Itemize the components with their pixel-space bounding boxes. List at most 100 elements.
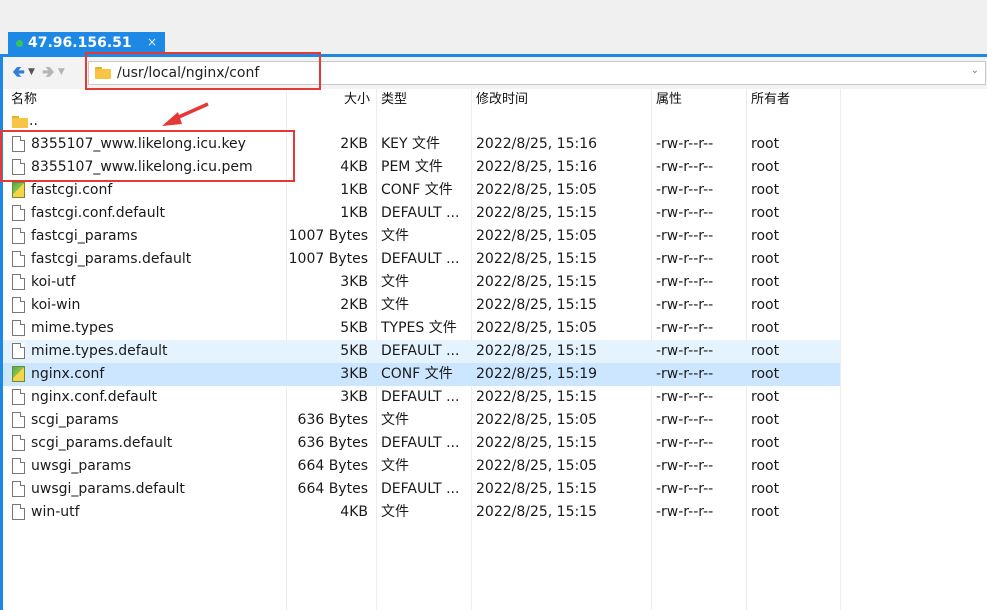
table-row[interactable]: nginx.conf 3KB CONF 文件 2022/8/25, 15:19 -rw-… bbox=[3, 363, 840, 386]
table-row[interactable]: koi-utf 3KB 文件 2022/8/25, 15:15 -rw-r--r-- ro… bbox=[3, 271, 840, 294]
file-type: DEFAULT ... bbox=[381, 481, 460, 497]
chevron-down-icon[interactable]: ▼ bbox=[58, 64, 65, 80]
file-permissions: -rw-r--r-- bbox=[656, 205, 714, 221]
file-name: mime.types bbox=[31, 320, 114, 336]
file-name: uwsgi_params.default bbox=[31, 481, 185, 497]
file-icon bbox=[12, 159, 25, 175]
path-text: /usr/local/nginx/conf bbox=[117, 65, 260, 81]
file-type: DEFAULT ... bbox=[381, 251, 460, 267]
file-size: 1KB bbox=[340, 182, 368, 198]
file-size: 5KB bbox=[340, 343, 368, 359]
file-modified: 2022/8/25, 15:19 bbox=[476, 366, 598, 382]
file-icon bbox=[12, 205, 25, 221]
path-input[interactable]: /usr/local/nginx/conf ⌄ bbox=[88, 61, 986, 85]
file-type: DEFAULT ... bbox=[381, 389, 460, 405]
file-modified: 2022/8/25, 15:15 bbox=[476, 274, 598, 290]
tab-title: 47.96.156.51 bbox=[28, 35, 132, 51]
file-size: 5KB bbox=[340, 320, 368, 336]
file-type: 文件 bbox=[381, 297, 409, 313]
table-row[interactable]: uwsgi_params 664 Bytes 文件 2022/8/25, 15:05 -… bbox=[3, 455, 840, 478]
arrow-right-icon[interactable]: 🢂 bbox=[42, 64, 55, 80]
table-row[interactable]: fastcgi_params 1007 Bytes 文件 2022/8/25, 15:… bbox=[3, 225, 840, 248]
file-owner: root bbox=[751, 159, 780, 175]
file-type: 文件 bbox=[381, 412, 409, 428]
file-name: koi-win bbox=[31, 297, 81, 313]
file-modified: 2022/8/25, 15:05 bbox=[476, 458, 598, 474]
file-permissions: -rw-r--r-- bbox=[656, 366, 714, 382]
file-modified: 2022/8/25, 15:15 bbox=[476, 251, 598, 267]
file-size: 3KB bbox=[340, 366, 368, 382]
tab-close-icon[interactable]: × bbox=[147, 35, 157, 49]
table-row[interactable]: 8355107_www.likelong.icu.pem 4KB PEM 文件 202… bbox=[3, 156, 840, 179]
file-type: 文件 bbox=[381, 274, 409, 290]
file-icon bbox=[12, 251, 25, 267]
file-name: uwsgi_params bbox=[31, 458, 132, 474]
file-permissions: -rw-r--r-- bbox=[656, 389, 714, 405]
file-modified: 2022/8/25, 15:16 bbox=[476, 159, 598, 175]
conf-file-icon bbox=[12, 366, 25, 382]
file-permissions: -rw-r--r-- bbox=[656, 320, 714, 336]
file-icon bbox=[12, 481, 25, 497]
file-type: DEFAULT ... bbox=[381, 205, 460, 221]
chevron-down-icon[interactable]: ▼ bbox=[28, 64, 35, 80]
table-row[interactable]: win-utf 4KB 文件 2022/8/25, 15:15 -rw-r--r-- ro… bbox=[3, 501, 840, 524]
table-row[interactable]: fastcgi.conf 1KB CONF 文件 2022/8/25, 15:05 -r… bbox=[3, 179, 840, 202]
column-header-modified[interactable]: 修改时间 bbox=[476, 89, 646, 110]
folder-icon bbox=[12, 116, 28, 128]
file-size: 1KB bbox=[340, 205, 368, 221]
column-header-owner[interactable]: 所有者 bbox=[751, 89, 836, 110]
folder-icon bbox=[95, 67, 111, 79]
table-row[interactable]: fastcgi.conf.default 1KB DEFAULT ... 2022/8… bbox=[3, 202, 840, 225]
table-row[interactable]: 8355107_www.likelong.icu.key 2KB KEY 文件 202… bbox=[3, 133, 840, 156]
tab-session[interactable]: 47.96.156.51 × bbox=[8, 32, 165, 54]
list-item-parent[interactable]: .. bbox=[3, 110, 840, 133]
file-modified: 2022/8/25, 15:16 bbox=[476, 136, 598, 152]
file-permissions: -rw-r--r-- bbox=[656, 228, 714, 244]
file-owner: root bbox=[751, 458, 780, 474]
file-modified: 2022/8/25, 15:15 bbox=[476, 504, 598, 520]
file-name: nginx.conf bbox=[31, 366, 105, 382]
file-size: 664 Bytes bbox=[297, 481, 368, 497]
file-icon bbox=[12, 435, 25, 451]
table-row[interactable]: uwsgi_params.default 664 Bytes DEFAULT ...… bbox=[3, 478, 840, 501]
table-row[interactable]: fastcgi_params.default 1007 Bytes DEFAULT … bbox=[3, 248, 840, 271]
column-header-size[interactable]: 大小 bbox=[286, 89, 370, 110]
file-owner: root bbox=[751, 274, 780, 290]
table-row[interactable]: scgi_params 636 Bytes 文件 2022/8/25, 15:05 -r… bbox=[3, 409, 840, 432]
column-header-name[interactable]: 名称 bbox=[11, 89, 281, 110]
file-list[interactable]: 名称 大小 类型 修改时间 属性 所有者 .. 8355107_www.like… bbox=[3, 89, 987, 610]
file-owner: root bbox=[751, 205, 780, 221]
file-type: PEM 文件 bbox=[381, 159, 443, 175]
chevron-down-icon[interactable]: ⌄ bbox=[971, 65, 979, 76]
file-modified: 2022/8/25, 15:15 bbox=[476, 481, 598, 497]
column-header-attributes[interactable]: 属性 bbox=[656, 89, 741, 110]
file-type: DEFAULT ... bbox=[381, 435, 460, 451]
table-row[interactable]: scgi_params.default 636 Bytes DEFAULT ... 2… bbox=[3, 432, 840, 455]
file-size: 636 Bytes bbox=[297, 435, 368, 451]
file-permissions: -rw-r--r-- bbox=[656, 274, 714, 290]
file-icon bbox=[12, 274, 25, 290]
table-row[interactable]: nginx.conf.default 3KB DEFAULT ... 2022/8/2… bbox=[3, 386, 840, 409]
file-owner: root bbox=[751, 182, 780, 198]
table-row[interactable]: mime.types 5KB TYPES 文件 2022/8/25, 15:05 -rw… bbox=[3, 317, 840, 340]
file-permissions: -rw-r--r-- bbox=[656, 251, 714, 267]
file-size: 4KB bbox=[340, 159, 368, 175]
file-modified: 2022/8/25, 15:05 bbox=[476, 320, 598, 336]
file-owner: root bbox=[751, 228, 780, 244]
file-permissions: -rw-r--r-- bbox=[656, 343, 714, 359]
file-size: 3KB bbox=[340, 389, 368, 405]
file-name: mime.types.default bbox=[31, 343, 168, 359]
file-icon bbox=[12, 458, 25, 474]
table-row[interactable]: koi-win 2KB 文件 2022/8/25, 15:15 -rw-r--r-- ro… bbox=[3, 294, 840, 317]
table-row[interactable]: mime.types.default 5KB DEFAULT ... 2022/8/2… bbox=[3, 340, 840, 363]
file-owner: root bbox=[751, 343, 780, 359]
file-owner: root bbox=[751, 136, 780, 152]
file-type: 文件 bbox=[381, 458, 409, 474]
file-name: 8355107_www.likelong.icu.pem bbox=[31, 159, 253, 175]
file-icon bbox=[12, 504, 25, 520]
file-type: DEFAULT ... bbox=[381, 343, 460, 359]
file-size: 4KB bbox=[340, 504, 368, 520]
column-divider[interactable] bbox=[840, 89, 841, 610]
arrow-left-icon[interactable]: 🢀 bbox=[12, 64, 25, 80]
column-header-type[interactable]: 类型 bbox=[381, 89, 471, 110]
